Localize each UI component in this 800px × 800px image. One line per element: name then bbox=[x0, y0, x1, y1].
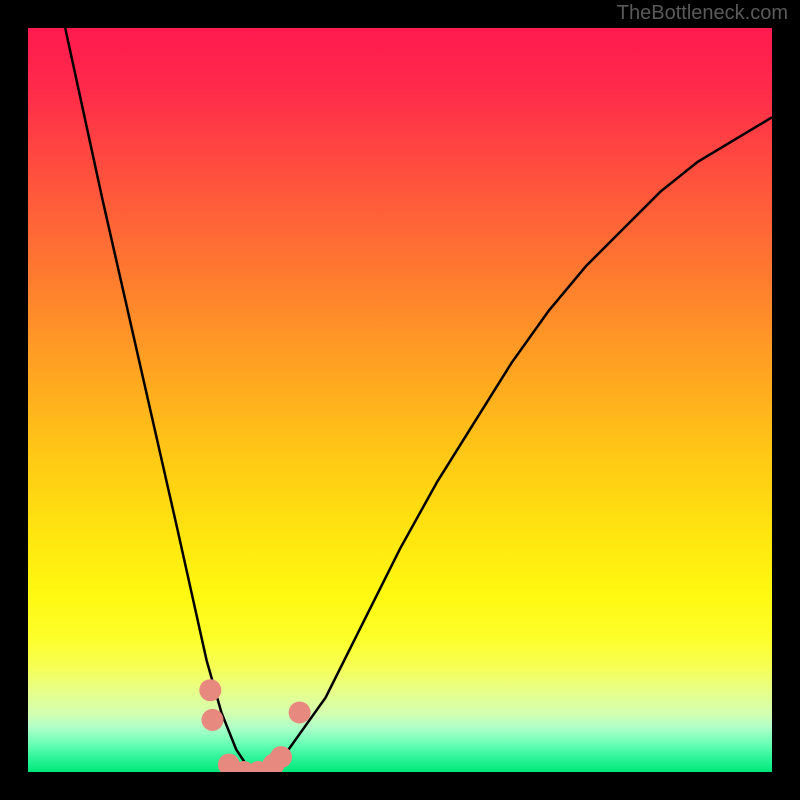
bottleneck-curve bbox=[65, 28, 772, 772]
data-point bbox=[270, 746, 292, 768]
curve-layer bbox=[65, 28, 772, 772]
points-layer bbox=[199, 679, 310, 772]
watermark-text: TheBottleneck.com bbox=[617, 2, 788, 25]
data-point bbox=[289, 702, 311, 724]
data-point bbox=[202, 709, 224, 731]
chart-svg bbox=[28, 28, 772, 772]
data-point bbox=[199, 679, 221, 701]
plot-area bbox=[28, 28, 772, 772]
